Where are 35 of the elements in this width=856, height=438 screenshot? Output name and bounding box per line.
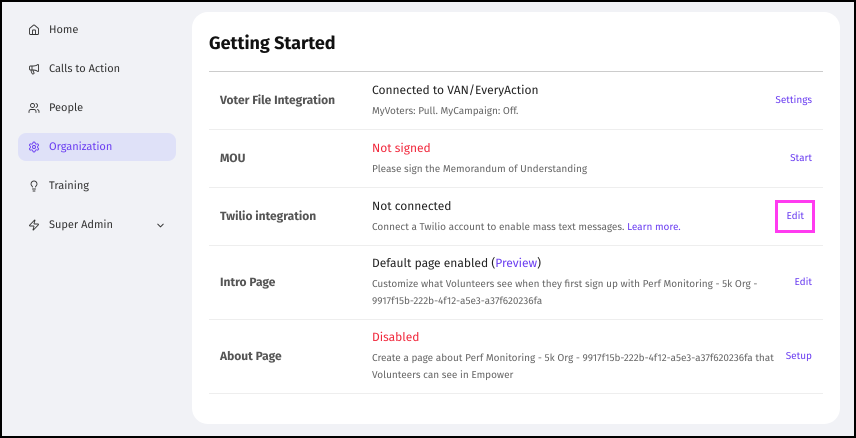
action-link[interactable]: Start: [790, 151, 812, 166]
sidebar-item[interactable]: Organization: [18, 133, 176, 161]
description-text: Connect a Twilio account to enable mass text messages. Learn more.: [372, 220, 682, 234]
status-text: Not connected: [372, 198, 452, 216]
megaphone-icon: [28, 63, 40, 75]
sidebar-item[interactable]: People: [18, 94, 176, 122]
sidebar-item[interactable]: Home: [18, 16, 176, 44]
lightning-icon: [28, 219, 40, 231]
preview-link[interactable]: Preview: [495, 257, 538, 271]
learn-more-link[interactable]: Learn more.: [627, 220, 681, 232]
row-label: About Page: [218, 348, 283, 366]
status-text: Disabled: [372, 330, 420, 347]
status-text: Default page enabled (Preview): [372, 256, 542, 273]
row-label: Voter File Integration: [219, 92, 336, 110]
sidebar-item[interactable]: Training: [18, 172, 176, 200]
status-text: Connected to VAN/EveryAction: [372, 82, 540, 100]
action-link[interactable]: Edit: [794, 275, 812, 290]
row-label: Intro Page: [219, 274, 276, 292]
description-text: Please sign the Memorandum of Understanding: [372, 162, 588, 176]
action-link[interactable]: Edit: [778, 203, 812, 230]
page-title: Getting Started: [209, 30, 823, 72]
people-icon: [28, 102, 40, 114]
sidebar-item[interactable]: Super Admin: [18, 211, 176, 239]
action-link[interactable]: Setup: [786, 349, 812, 364]
description-text: Customize what Volunteers see when they first sign up with Perf Monitoring - 5k Org - 9917f15b-222b-4f12-a5e3-a37f620236fa: [372, 277, 758, 309]
lightbulb-icon: [28, 180, 40, 192]
status-text: Not signed: [372, 140, 432, 158]
home-icon: [28, 24, 40, 36]
description-text: Create a page about Perf Monitoring - 5k Org - 9917f15b-222b-4f12-a5e3-a37f620236fa that Volunteers can see in Empower: [372, 351, 775, 383]
description-text: MyVoters: Pull. MyCampaign: Off.: [372, 104, 520, 118]
row-label: Twilio integration: [219, 208, 318, 226]
action-link[interactable]: Settings: [775, 93, 812, 108]
sidebar-item[interactable]: Calls to Action: [18, 55, 176, 83]
row-label: MOU: [219, 150, 246, 168]
settings-icon: [28, 141, 40, 153]
